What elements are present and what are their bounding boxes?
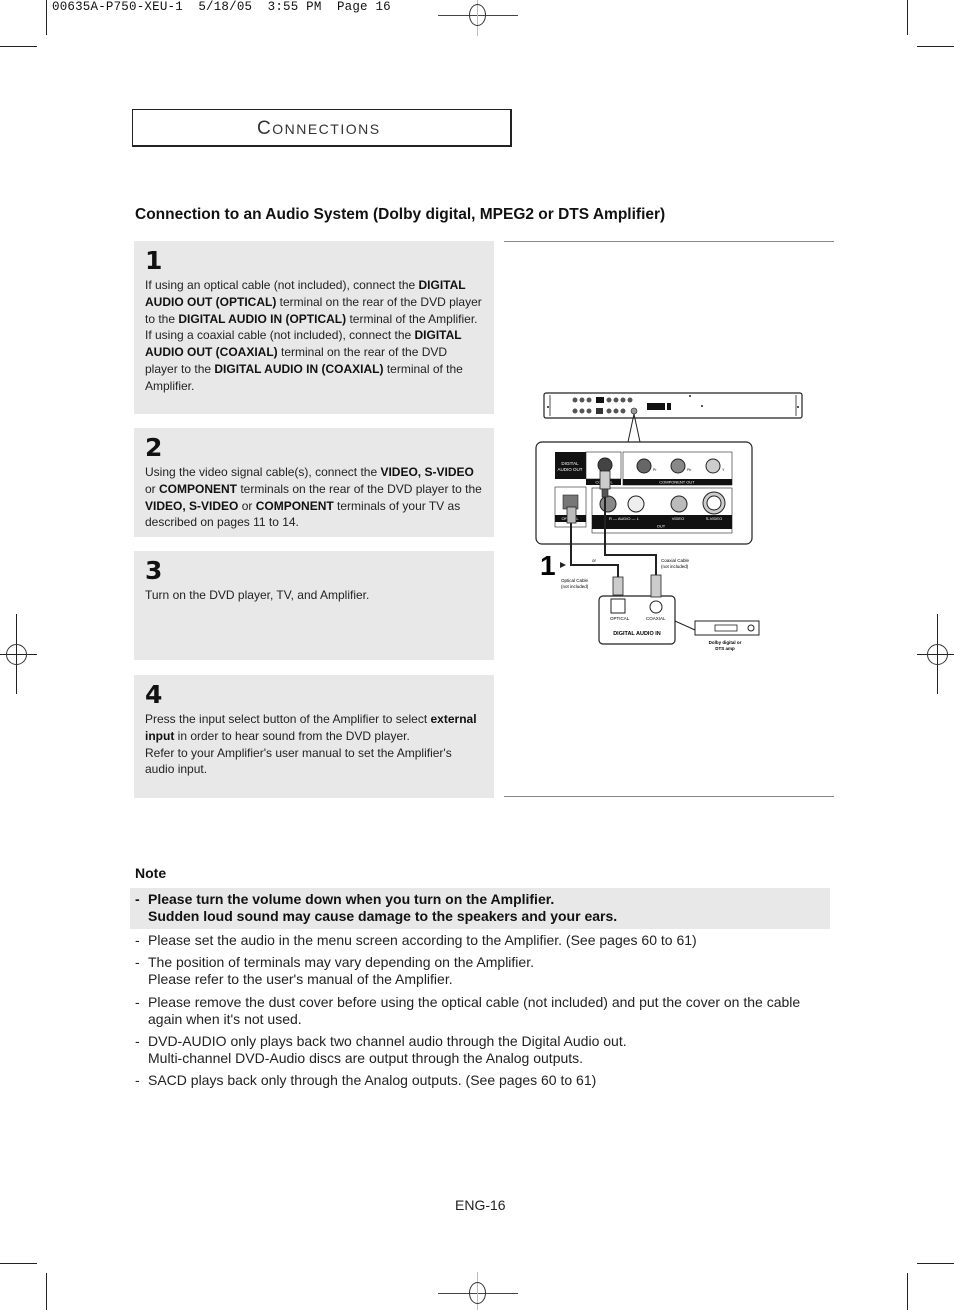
registration-mark <box>438 0 518 36</box>
step-text: Using the video signal cable(s), connect… <box>145 465 482 530</box>
step-4: 4 Press the input select button of the A… <box>134 675 494 798</box>
amplifier-icon: Dolby digital or DTS amp <box>694 620 760 651</box>
page-number: ENG-16 <box>455 1197 506 1213</box>
note-item: - The position of terminals may vary depe… <box>135 954 534 987</box>
svg-text:(not included): (not included) <box>661 564 689 569</box>
dvd-player-rear <box>543 392 803 443</box>
note-item: - Please turn the volume down when you tu… <box>135 891 618 924</box>
step-number: 1 <box>145 246 163 275</box>
step-1: 1 If using an optical cable (not include… <box>134 241 494 414</box>
crop-mark <box>907 0 908 35</box>
note-title: Note <box>135 865 167 881</box>
svg-text:Optical Cable: Optical Cable <box>561 578 589 583</box>
note-item: - SACD plays back only through the Analog… <box>135 1072 597 1088</box>
section-title-box: CONNECTIONS <box>132 109 512 147</box>
svg-text:COAXIAL: COAXIAL <box>646 616 666 621</box>
svg-text:OUT: OUT <box>657 524 666 529</box>
registration-mark <box>438 1272 518 1310</box>
svg-text:(not included): (not included) <box>561 584 589 589</box>
connection-diagram: DIGITAL AUDIO OUT COAXIAL Pr Pb Y COMPON… <box>535 392 803 651</box>
crop-mark <box>917 1263 954 1264</box>
step-2: 2 Using the video signal cable(s), conne… <box>134 428 494 537</box>
svg-text:VIDEO: VIDEO <box>672 516 684 521</box>
svg-text:DTS amp: DTS amp <box>715 646 735 651</box>
amp-digital-in-panel: OPTICAL COAXIAL DIGITAL AUDIO IN <box>598 574 696 645</box>
crop-mark <box>0 1263 37 1264</box>
svg-text:Pb: Pb <box>687 468 691 472</box>
crop-mark <box>46 0 47 35</box>
step-number: 3 <box>145 556 163 585</box>
step-3: 3 Turn on the DVD player, TV, and Amplif… <box>134 551 494 660</box>
crop-mark <box>907 1273 908 1310</box>
svg-text:R — AUDIO — L: R — AUDIO — L <box>609 516 640 521</box>
crop-mark <box>0 46 37 47</box>
diagram-top-rule <box>504 241 834 242</box>
registration-mark <box>0 614 38 694</box>
note-item: - Please remove the dust cover before usi… <box>135 994 801 1027</box>
crop-mark <box>917 46 954 47</box>
svg-text:Coaxial Cable: Coaxial Cable <box>661 558 690 563</box>
crop-mark <box>46 1273 47 1310</box>
note-item: - DVD-AUDIO only plays back two channel a… <box>135 1033 627 1066</box>
svg-text:DIGITAL: DIGITAL <box>561 461 579 466</box>
svg-text:or: or <box>592 558 597 563</box>
svg-text:Dolby digital or: Dolby digital or <box>709 640 742 645</box>
step-number: 2 <box>145 433 163 462</box>
page-heading: Connection to an Audio System (Dolby dig… <box>135 206 666 223</box>
svg-text:COMPONENT OUT: COMPONENT OUT <box>659 480 695 485</box>
svg-text:S-VIDEO: S-VIDEO <box>706 516 722 521</box>
terminal-panel: DIGITAL AUDIO OUT COAXIAL Pr Pb Y COMPON… <box>535 441 753 545</box>
note-item: - Please set the audio in the menu screen… <box>135 932 697 948</box>
registration-mark <box>917 614 954 694</box>
step-number: 4 <box>145 680 163 709</box>
step-text: Turn on the DVD player, TV, and Amplifie… <box>145 588 370 602</box>
step-text: Press the input select button of the Amp… <box>145 712 477 777</box>
svg-text:DIGITAL AUDIO IN: DIGITAL AUDIO IN <box>613 631 661 637</box>
svg-text:OPTICAL: OPTICAL <box>610 616 630 621</box>
svg-text:AUDIO OUT: AUDIO OUT <box>557 467 582 472</box>
step-text: If using an optical cable (not included)… <box>145 278 482 393</box>
print-slug: 00635A-P750-XEU-1 5/18/05 3:55 PM Page 1… <box>52 0 391 14</box>
diagram-bottom-rule <box>504 796 834 797</box>
section-title: CONNECTIONS <box>257 118 381 139</box>
step-marker: 1 <box>540 550 556 581</box>
